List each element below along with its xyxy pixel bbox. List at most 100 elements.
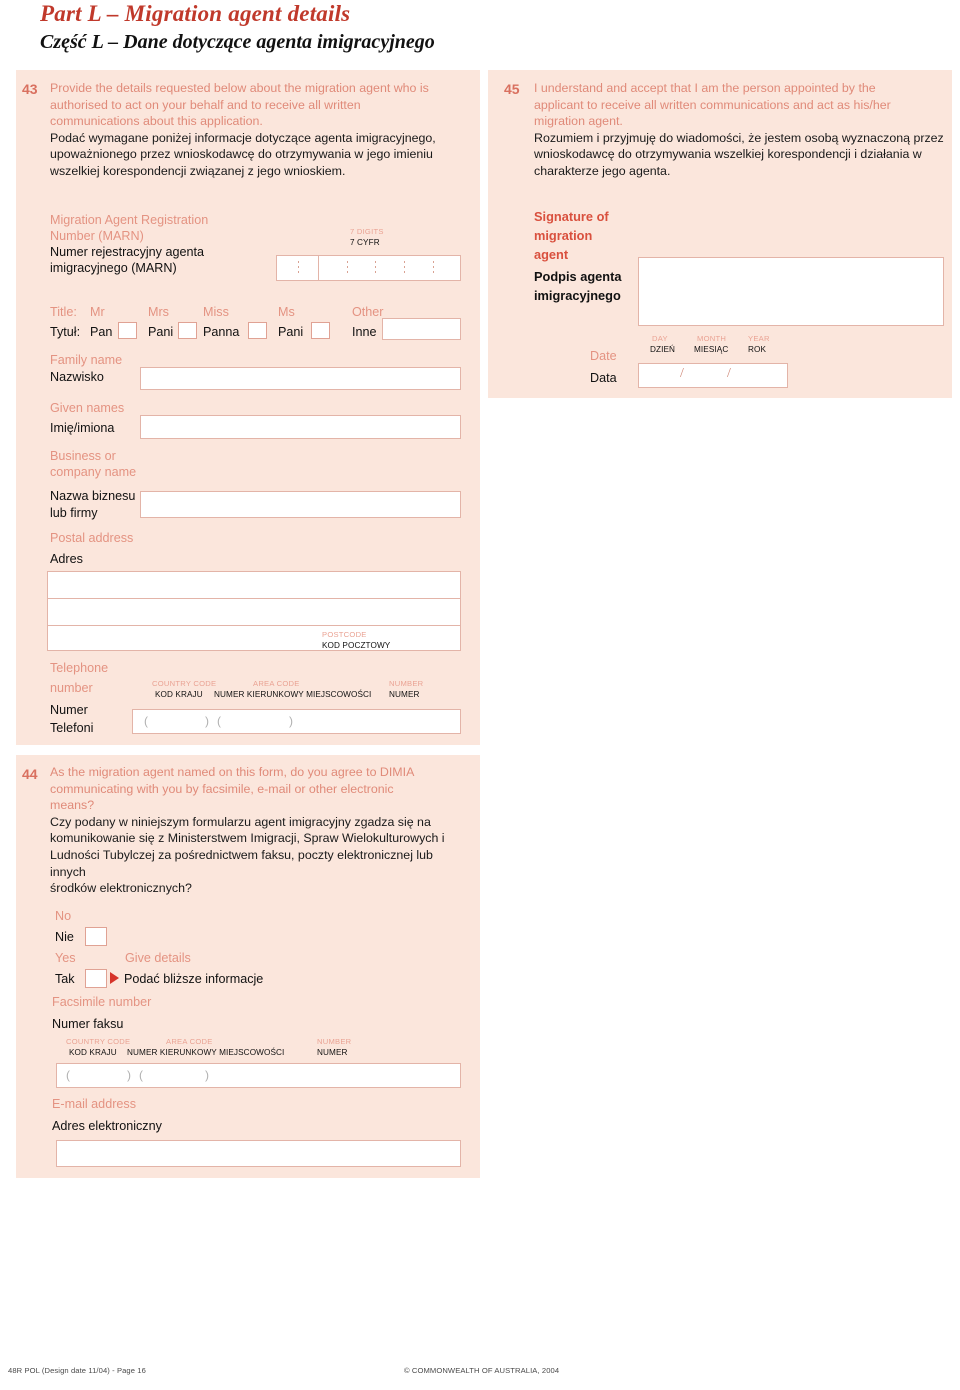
q44-en-line-2: communicating with you by facsimile, e-m… [50,781,394,796]
email-label-en: E-mail address [52,1097,136,1111]
facsimile-area-code-pl: NUMER KIERUNKOWY MIEJSCOWOŚCI [127,1048,285,1057]
marn-digit-separator-2 [347,261,348,275]
part-title-english: Part L – Migration agent details [40,1,351,26]
q43-en-line-1: Provide the details requested below abou… [50,81,429,95]
signature-label-en-1: Signature of [534,209,609,224]
postal-address-line-divider-1 [48,598,460,599]
date-separator-2: / [727,366,731,381]
telephone-country-code-pl: KOD KRAJU [155,690,203,699]
q45-en-line-1: I understand and accept that I am the pe… [534,81,876,95]
marn-digit-separator-3 [375,261,376,275]
marn-digit-separator-4 [404,261,405,275]
signature-label-pl-1: Podpis agenta [534,269,622,284]
facsimile-paren-close-2: ) [205,1068,209,1082]
title-ms-en: Ms [278,305,295,319]
title-label-en: Title: [50,305,77,319]
q43-pl-line-2: upoważnionego przez wnioskodawcę do otrz… [50,147,433,162]
q43-pl-line-3: wszelkiej korespondencji związanej z jeg… [50,163,346,178]
question-45-number: 45 [504,81,520,97]
telephone-paren-close-1: ) [205,714,209,728]
marn-digits-hint-pl: 7 CYFR [350,238,380,247]
postal-address-input-block[interactable] [47,571,461,651]
marn-label-pl-line-2: imigracyjnego (MARN) [50,261,177,275]
telephone-label-en-1: Telephone [50,661,109,675]
q45-en-line-2: applicant to receive all written communi… [534,97,891,112]
date-year-label-en: YEAR [748,334,770,343]
title-ms-checkbox[interactable] [311,322,330,339]
telephone-number-input[interactable] [132,709,461,734]
facsimile-paren-open-2: ( [139,1068,143,1082]
facsimile-paren-open-1: ( [66,1068,70,1082]
q45-pl-line-2: wnioskodawcę do otrzymywania wszelkiej k… [534,147,922,162]
q44-pl-line-1: Czy podany w niniejszym formularzu agent… [50,814,431,829]
title-miss-en: Miss [203,305,229,319]
business-name-input[interactable] [140,491,461,518]
date-month-label-en: MONTH [697,334,727,343]
facsimile-number-pl: NUMER [317,1048,348,1057]
signature-input[interactable] [638,257,944,326]
q44-yes-label-pl: Tak [55,972,75,986]
postal-address-line-divider-2 [48,625,460,626]
telephone-country-code-en: COUNTRY CODE [152,679,217,688]
telephone-paren-open-2: ( [217,714,221,728]
title-mrs-checkbox[interactable] [178,322,197,339]
business-name-label-pl-1: Nazwa biznesu [50,489,136,503]
signature-label-pl-2: imigracyjnego [534,288,621,303]
q44-no-label-en: No [55,909,72,923]
title-miss-pl: Panna [203,325,240,339]
title-mr-en: Mr [90,305,105,319]
telephone-area-code-en: AREA CODE [253,679,300,688]
family-name-label-pl: Nazwisko [50,370,104,384]
q44-pl-line-2: komunikowanie się z Ministerstwem Imigra… [50,831,445,846]
telephone-paren-open-1: ( [144,714,148,728]
title-mrs-pl: Pani [148,325,174,339]
email-label-pl: Adres elektroniczny [52,1119,162,1133]
signature-label-en-3: agent [534,247,569,262]
give-details-label-pl: Podać bliższe informacje [124,972,264,986]
marn-label-pl-line-1: Numer rejestracyjny agenta [50,245,204,259]
email-address-input[interactable] [56,1140,461,1167]
date-year-label-pl: ROK [748,345,767,354]
telephone-paren-close-2: ) [289,714,293,728]
title-miss-checkbox[interactable] [248,322,267,339]
date-label-pl: Data [590,371,617,385]
facsimile-label-pl: Numer faksu [52,1017,124,1031]
postcode-label-pl: KOD POCZTOWY [322,641,391,650]
q44-yes-checkbox[interactable] [85,969,107,988]
telephone-label-pl-1: Numer [50,703,88,717]
title-other-en: Other [352,305,384,319]
postal-address-label-en: Postal address [50,531,134,545]
telephone-area-code-pl: NUMER KIERUNKOWY MIEJSCOWOŚCI [214,690,372,699]
date-day-label-pl: DZIEŃ [650,345,676,354]
facsimile-number-en: NUMBER [317,1037,352,1046]
part-title-polish: Część L – Dane dotyczące agenta imigracy… [40,31,435,54]
title-other-pl: Inne [352,325,377,339]
marn-label-en-line-1: Migration Agent Registration [50,213,209,227]
facsimile-label-en: Facsimile number [52,995,152,1009]
facsimile-area-code-en: AREA CODE [166,1037,213,1046]
question-43-number: 43 [22,81,38,97]
date-input[interactable] [638,363,788,388]
telephone-label-en-2: number [50,681,93,695]
q44-no-checkbox[interactable] [85,927,107,946]
family-name-input[interactable] [140,367,461,390]
q43-pl-line-1: Podać wymagane poniżej informacje dotycz… [50,130,436,145]
postcode-label-en: POSTCODE [322,630,367,639]
given-names-label-pl: Imię/imiona [50,421,115,435]
signature-label-en-2: migration [534,228,593,243]
telephone-number-pl: NUMER [389,690,420,699]
business-name-label-pl-2: lub firmy [50,506,98,520]
title-other-input[interactable] [382,318,461,340]
date-day-label-en: DAY [652,334,668,343]
title-mr-pl: Pan [90,325,113,339]
q44-en-line-1: As the migration agent named on this for… [50,765,415,779]
marn-digit-separator-1 [298,261,299,275]
title-mr-checkbox[interactable] [118,322,137,339]
footer-form-reference: 48R POL (Design date 11/04) - Page 16 [8,1366,146,1375]
marn-digit-separator-5 [433,261,434,275]
triangle-right-icon [110,972,119,984]
given-names-input[interactable] [140,415,461,439]
q43-en-line-2: authorised to act on your behalf and to … [50,97,361,112]
give-details-label-en: Give details [125,951,191,965]
facsimile-number-input[interactable] [56,1063,461,1088]
